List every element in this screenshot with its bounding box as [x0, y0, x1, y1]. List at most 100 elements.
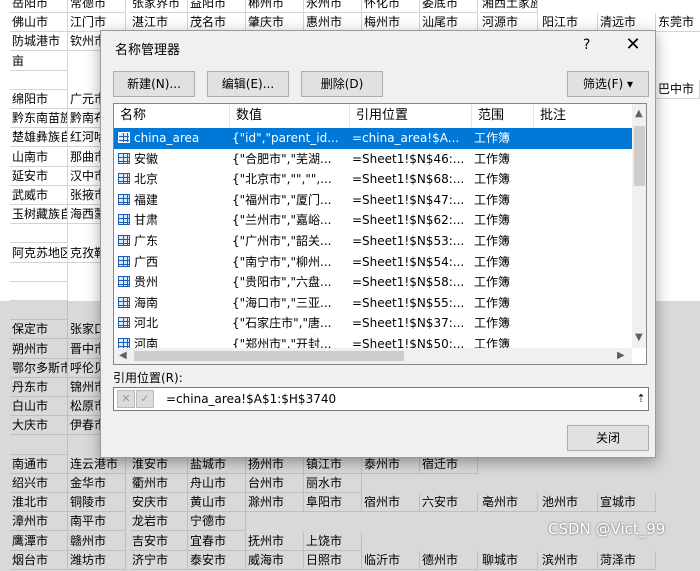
sheet-cell[interactable]: 朔州市 — [10, 339, 68, 359]
sheet-cell[interactable] — [10, 224, 68, 244]
sheet-cell[interactable]: 威海市 — [246, 550, 304, 570]
sheet-cell[interactable]: 宿州市 — [362, 493, 420, 513]
sheet-cell[interactable] — [10, 70, 68, 90]
sheet-cell[interactable]: 潍坊市 — [68, 550, 126, 570]
sheet-cell[interactable] — [10, 262, 68, 282]
sheet-cell[interactable]: 漳州市 — [10, 512, 68, 532]
sheet-cell[interactable]: 滁州市 — [246, 493, 304, 513]
reference-value[interactable]: =china_area!$A$1:$H$3740 — [166, 388, 336, 410]
cancel-ref-icon[interactable]: ✕ — [117, 390, 135, 408]
sheet-cell[interactable]: 宁德市 — [188, 512, 246, 532]
sheet-cell[interactable]: 烟台市 — [10, 550, 68, 570]
column-comment[interactable]: 批注 — [534, 104, 634, 128]
sheet-cell[interactable]: 宣城市 — [598, 493, 656, 513]
list-item[interactable]: 北京 {"北京市","","",... =Sheet1!$N$68:... 工作簿 — [114, 169, 632, 190]
edit-button[interactable]: 编辑(E)... — [207, 71, 289, 97]
sheet-cell[interactable]: 池州市 — [540, 493, 598, 513]
sheet-cell[interactable]: 绍兴市 — [10, 474, 68, 493]
list-item[interactable]: 广东 {"广州市","韶关... =Sheet1!$N$53:... 工作簿 — [114, 231, 632, 252]
sheet-cell[interactable]: 保定市 — [10, 320, 68, 340]
scroll-up-icon[interactable]: ▲ — [635, 108, 643, 119]
sheet-cell[interactable]: 滨州市 — [540, 550, 598, 570]
sheet-cell[interactable]: 宜春市 — [188, 531, 246, 551]
list-item[interactable]: 安徽 {"合肥市","芜湖... =Sheet1!$N$46:... 工作簿 — [114, 149, 632, 170]
sheet-cell[interactable]: 鹰潭市 — [10, 531, 68, 551]
sheet-cell[interactable]: 吉安市 — [130, 531, 188, 551]
sheet-cell[interactable]: 上饶市 — [304, 531, 362, 551]
sheet-cell[interactable]: 聊城市 — [480, 550, 538, 570]
sheet-cell[interactable]: 安庆市 — [130, 493, 188, 513]
sheet-cell[interactable]: 永州市 — [304, 0, 362, 13]
list-item[interactable]: china_area {"id","parent_id... =china_area… — [114, 128, 632, 149]
confirm-ref-icon[interactable]: ✓ — [136, 390, 154, 408]
new-button[interactable]: 新建(N)... — [113, 71, 195, 97]
delete-button[interactable]: 删除(D) — [301, 71, 383, 97]
sheet-cell[interactable]: 巴中市 — [656, 80, 700, 99]
list-item[interactable]: 广西 {"南宁市","柳州... =Sheet1!$N$54:... 工作簿 — [114, 252, 632, 273]
scroll-right-icon[interactable]: ▶ — [617, 350, 625, 361]
reference-input[interactable]: ✕ ✓ =china_area!$A$1:$H$3740 ⇡ — [113, 387, 649, 411]
sheet-cell[interactable]: 娄底市 — [420, 0, 478, 13]
sheet-cell[interactable]: 临沂市 — [362, 550, 420, 570]
close-button[interactable]: 关闭 — [567, 425, 649, 451]
horizontal-scroll-thumb[interactable] — [134, 351, 404, 361]
sheet-cell[interactable]: 常德市 — [68, 0, 126, 13]
sheet-cell[interactable]: 大庆市 — [10, 416, 68, 436]
sheet-cell[interactable]: 舟山市 — [188, 474, 246, 493]
list-item[interactable]: 海南 {"海口市","三亚... =Sheet1!$N$55:... 工作簿 — [114, 293, 632, 314]
sheet-cell[interactable]: 楚雄彝族自 — [10, 128, 68, 148]
sheet-cell[interactable]: 山南市 — [10, 147, 68, 167]
sheet-cell[interactable]: 阜阳市 — [304, 493, 362, 513]
sheet-cell[interactable]: 亳州市 — [480, 493, 538, 513]
sheet-cell[interactable]: 泰安市 — [188, 550, 246, 570]
close-icon[interactable]: ✕ — [621, 33, 645, 57]
sheet-cell[interactable]: 玉树藏族自 — [10, 205, 68, 225]
vertical-scroll-thumb[interactable] — [634, 126, 645, 186]
sheet-cell[interactable]: 丹东市 — [10, 378, 68, 397]
sheet-cell[interactable] — [10, 435, 68, 455]
sheet-cell[interactable]: 武威市 — [10, 186, 68, 205]
column-value[interactable]: 数值 — [230, 104, 350, 128]
sheet-cell[interactable]: 衢州市 — [130, 474, 188, 493]
vertical-scrollbar[interactable]: ▲ ▼ — [632, 104, 646, 348]
sheet-cell[interactable]: 南平市 — [68, 512, 126, 532]
horizontal-scrollbar[interactable]: ◀ ▶ — [114, 348, 632, 364]
list-item[interactable]: 河北 {"石家庄市","唐... =Sheet1!$N$37:... 工作簿 — [114, 313, 632, 334]
sheet-cell[interactable]: 丽水市 — [304, 474, 362, 493]
column-scope[interactable]: 范围 — [472, 104, 534, 128]
sheet-cell[interactable]: 佛山市 — [10, 13, 68, 33]
sheet-cell[interactable]: 南通市 — [10, 454, 68, 474]
sheet-cell[interactable]: 黄山市 — [188, 493, 246, 513]
sheet-cell[interactable]: 六安市 — [420, 493, 478, 513]
sheet-cell[interactable]: 防城港市 — [10, 32, 68, 52]
sheet-cell[interactable]: 黔东南苗族 — [10, 109, 68, 129]
sheet-cell[interactable]: 郴州市 — [246, 0, 304, 13]
sheet-cell[interactable]: 淮北市 — [10, 493, 68, 513]
sheet-cell[interactable]: 鄂尔多斯市 — [10, 358, 68, 378]
sheet-cell[interactable]: 铜陵市 — [68, 493, 126, 513]
sheet-cell[interactable]: 岳阳市 — [10, 0, 68, 13]
help-icon[interactable]: ? — [583, 37, 590, 53]
sheet-cell[interactable]: 台州市 — [246, 474, 304, 493]
filter-button[interactable]: 筛选(F) ▾ — [567, 71, 649, 97]
sheet-cell[interactable]: 金华市 — [68, 474, 126, 493]
sheet-cell[interactable]: 德州市 — [420, 550, 478, 570]
column-name[interactable]: 名称 — [114, 104, 230, 128]
sheet-cell[interactable]: 延安市 — [10, 166, 68, 186]
sheet-cell[interactable] — [10, 301, 68, 321]
column-reference[interactable]: 引用位置 — [350, 104, 472, 128]
list-item[interactable]: 福建 {"福州市","厦门... =Sheet1!$N$47:... 工作簿 — [114, 190, 632, 211]
list-item[interactable]: 贵州 {"贵阳市","六盘... =Sheet1!$N$58:... 工作簿 — [114, 272, 632, 293]
scroll-left-icon[interactable]: ◀ — [119, 350, 127, 361]
sheet-cell[interactable]: 抚州市 — [246, 531, 304, 551]
sheet-cell[interactable]: 济宁市 — [130, 550, 188, 570]
sheet-cell[interactable]: 菏泽市 — [598, 550, 656, 570]
collapse-dialog-icon[interactable]: ⇡ — [634, 390, 648, 408]
list-item[interactable]: 甘肃 {"兰州市","嘉峪... =Sheet1!$N$62:... 工作簿 — [114, 210, 632, 231]
sheet-cell[interactable]: 东莞市 — [656, 13, 700, 33]
names-list[interactable]: 名称 数值 引用位置 范围 批注 china_area {"id","parent… — [113, 103, 647, 365]
sheet-cell[interactable]: 亩 — [10, 51, 68, 71]
sheet-cell[interactable]: 益阳市 — [188, 0, 246, 13]
sheet-cell[interactable]: 日照市 — [304, 550, 362, 570]
sheet-cell[interactable] — [10, 282, 68, 301]
